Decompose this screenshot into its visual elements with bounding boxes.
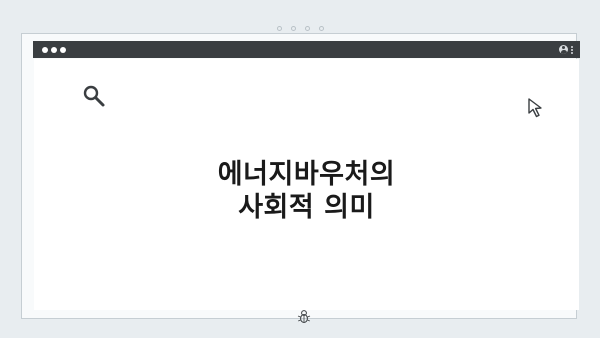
headline-line-2: 사회적 의미 xyxy=(238,192,375,223)
browser-window: 에너지바우처의 사회적 의미 xyxy=(21,33,580,323)
page-indicator xyxy=(0,26,600,31)
bug-icon xyxy=(297,310,311,323)
window-titlebar xyxy=(33,41,580,58)
search-icon[interactable] xyxy=(82,84,106,108)
maximize-dot-icon[interactable] xyxy=(60,46,66,53)
user-icon[interactable] xyxy=(559,45,568,54)
illustration-stage: 에너지바우처의 사회적 의미 xyxy=(0,0,600,338)
titlebar-actions xyxy=(559,45,573,54)
page-dot xyxy=(318,26,324,31)
window-controls xyxy=(42,46,66,53)
window-content: 에너지바우처의 사회적 의미 xyxy=(34,59,579,323)
page-headline: 에너지바우처의 사회적 의미 xyxy=(34,158,579,224)
cursor-arrow-icon xyxy=(528,98,542,118)
page-dot xyxy=(290,26,296,31)
page-dot xyxy=(276,26,282,31)
minimize-dot-icon[interactable] xyxy=(51,46,57,53)
kebab-menu-icon[interactable] xyxy=(571,45,573,54)
page-dot xyxy=(304,26,310,31)
headline-line-1: 에너지바우처의 xyxy=(217,159,396,190)
close-dot-icon[interactable] xyxy=(42,46,48,53)
